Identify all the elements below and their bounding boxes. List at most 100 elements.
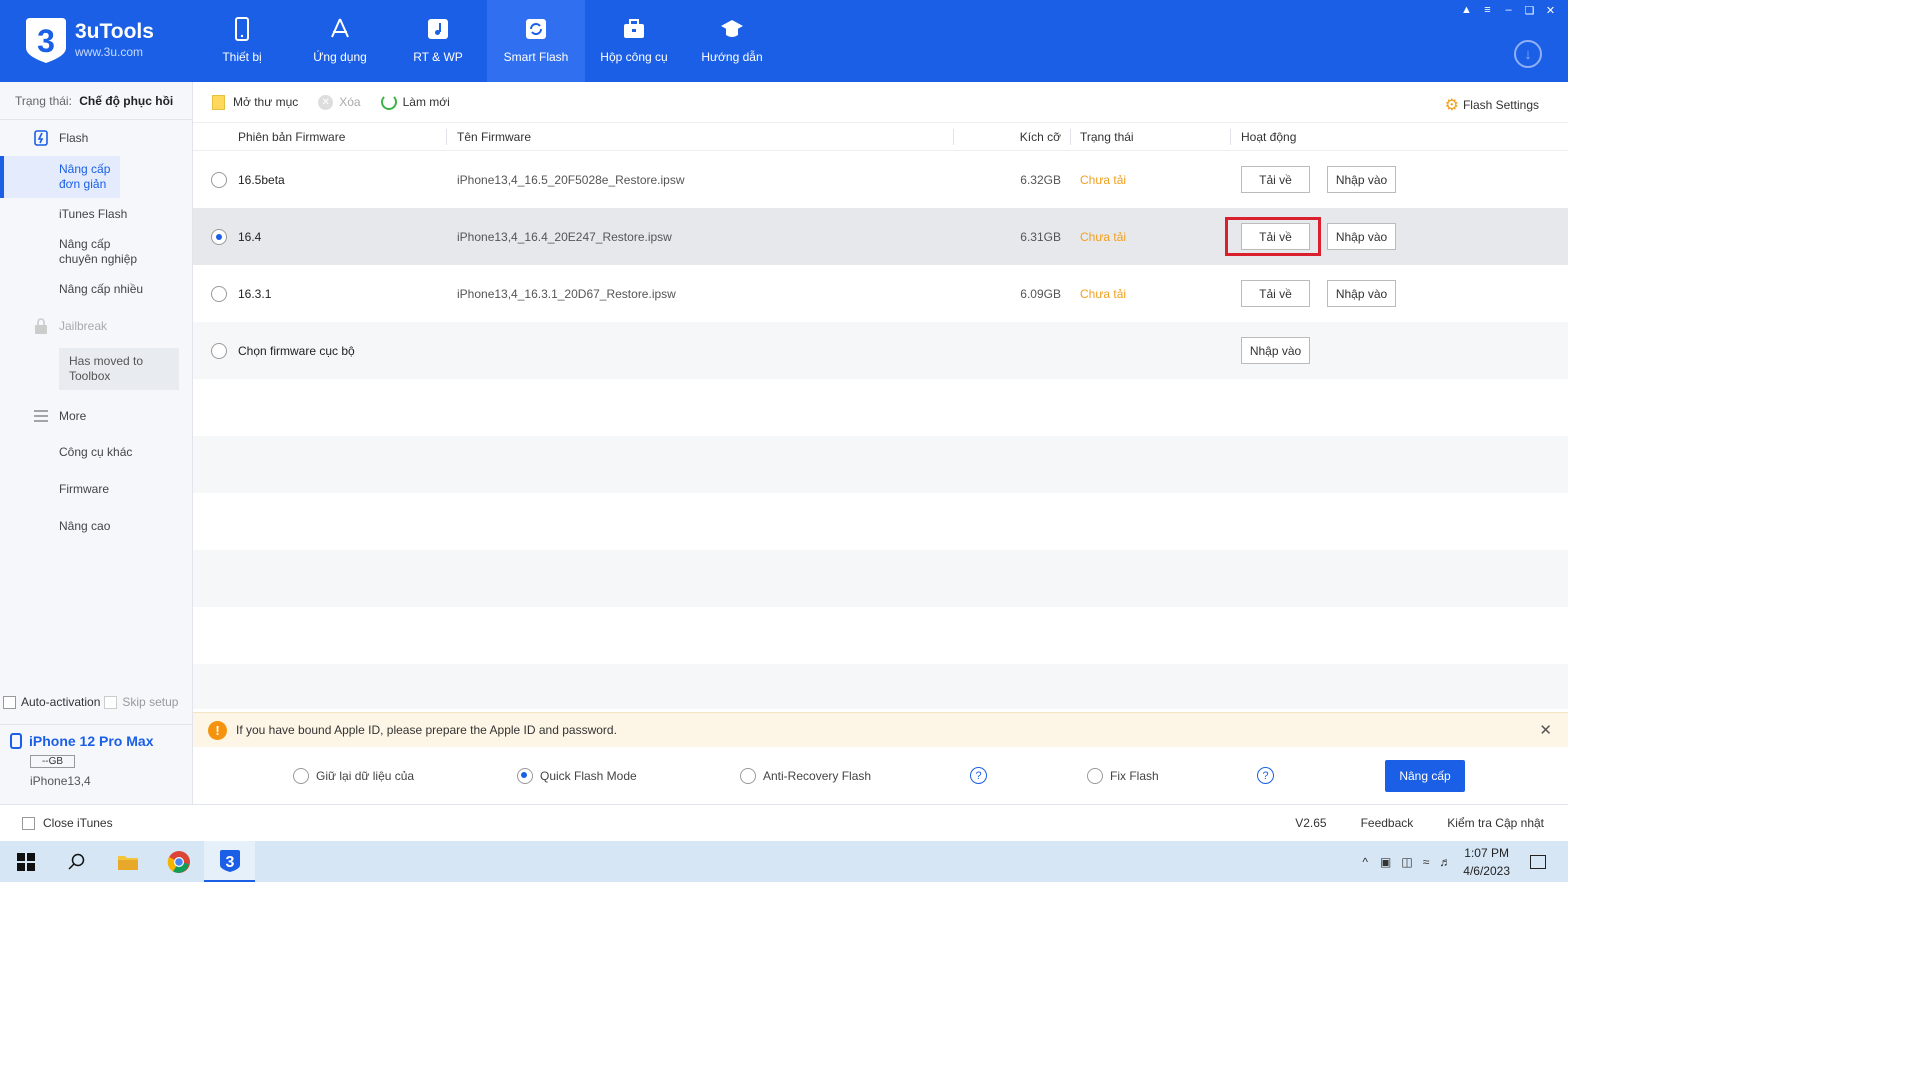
- clock-time: 1:07 PM: [1464, 845, 1509, 860]
- feedback-link[interactable]: Feedback: [1361, 816, 1414, 830]
- sidebar-item-advanced[interactable]: Nâng cao: [0, 508, 192, 545]
- sidebar-item-other-tools[interactable]: Công cụ khác: [0, 434, 192, 471]
- import-button[interactable]: Nhập vào: [1327, 166, 1396, 193]
- table-row[interactable]: 16.5beta iPhone13,4_16.5_20F5028e_Restor…: [193, 151, 1568, 208]
- sidebar-item-itunes-flash[interactable]: iTunes Flash: [0, 198, 192, 231]
- sidebar-item-batch-flash[interactable]: Nâng cấp nhiều: [0, 273, 192, 306]
- firmware-size: 6.09GB: [1020, 286, 1061, 301]
- col-version: Phiên bản Firmware: [238, 129, 346, 144]
- firmware-radio[interactable]: [211, 228, 227, 245]
- firmware-radio[interactable]: [211, 285, 227, 302]
- nav-device[interactable]: Thiết bị: [193, 0, 291, 82]
- nav-toolbox-label: Hộp công cụ: [600, 50, 668, 64]
- window-controls: ▲ ≡ – ❏ ✕: [1459, 3, 1558, 17]
- chrome-button[interactable]: [153, 841, 204, 882]
- keep-data-label: Giữ lại dữ liệu của: [316, 768, 415, 783]
- firmware-version: 16.4: [238, 229, 262, 244]
- upgrade-button[interactable]: Nâng cấp: [1385, 760, 1465, 792]
- local-firmware-row[interactable]: Chọn firmware cục bộ Nhập vào: [193, 322, 1568, 379]
- firmware-size: 6.31GB: [1020, 229, 1061, 244]
- version-label: V2.65: [1295, 816, 1327, 830]
- toolbox-icon: [624, 19, 644, 38]
- nav-ringtones[interactable]: RT & WP: [389, 0, 487, 82]
- close-itunes-checkbox[interactable]: [22, 816, 35, 830]
- auto-activation-checkbox[interactable]: [3, 695, 16, 709]
- flash-icon: [34, 130, 48, 146]
- status-value: Chế độ phục hồi: [79, 94, 174, 108]
- windows-icon: [16, 852, 35, 871]
- keep-data-radio[interactable]: [293, 767, 309, 784]
- import-button[interactable]: Nhập vào: [1241, 337, 1310, 364]
- refresh-button[interactable]: Làm mới: [380, 94, 450, 110]
- search-icon: [67, 853, 84, 870]
- sidebar-item-firmware[interactable]: Firmware: [0, 471, 192, 508]
- help-icon[interactable]: ?: [1257, 767, 1274, 784]
- quick-flash-option[interactable]: Quick Flash Mode: [517, 767, 637, 784]
- activation-options: Auto-activation Skip setup: [0, 695, 193, 709]
- fix-flash-label: Fix Flash: [1110, 768, 1159, 783]
- wifi-icon[interactable]: ≈: [1423, 855, 1430, 869]
- meet-icon[interactable]: ▣: [1380, 855, 1391, 869]
- firmware-status: Chưa tải: [1080, 229, 1127, 244]
- restore-icon[interactable]: ❏: [1522, 3, 1537, 17]
- download-manager-icon[interactable]: ↓: [1514, 40, 1542, 68]
- skip-setup-checkbox[interactable]: [104, 695, 118, 709]
- file-explorer-button[interactable]: [102, 841, 153, 882]
- clock[interactable]: 1:07 PM 4/6/2023: [1463, 844, 1510, 880]
- volume-icon[interactable]: ♬: [1439, 855, 1451, 869]
- firmware-radio[interactable]: [211, 171, 227, 188]
- open-folder-button[interactable]: Mở thư mục: [212, 94, 298, 110]
- flash-settings-button[interactable]: ⚙ Flash Settings: [1445, 95, 1539, 115]
- col-divider: [1070, 129, 1071, 145]
- nav-ringtones-label: RT & WP: [413, 50, 463, 64]
- check-update-link[interactable]: Kiểm tra Cập nhật: [1447, 816, 1544, 830]
- table-row[interactable]: 16.3.1 iPhone13,4_16.3.1_20D67_Restore.i…: [193, 265, 1568, 322]
- nav-tutorials[interactable]: Hướng dẫn: [683, 0, 781, 82]
- flash-settings-label: Flash Settings: [1462, 98, 1539, 112]
- empty-row: [193, 664, 1568, 709]
- firmware-status: Chưa tải: [1080, 286, 1127, 301]
- table-header: Phiên bản Firmware Tên Firmware Kích cỡ …: [193, 123, 1568, 151]
- firmware-name: iPhone13,4_16.3.1_20D67_Restore.ipsw: [457, 286, 676, 301]
- close-icon[interactable]: ✕: [1539, 721, 1552, 739]
- menu-icon[interactable]: ≡: [1480, 3, 1495, 17]
- import-button[interactable]: Nhập vào: [1327, 223, 1396, 250]
- col-name: Tên Firmware: [457, 129, 532, 144]
- minimize-icon[interactable]: –: [1501, 3, 1516, 17]
- sidebar-item-pro-flash[interactable]: Nâng cấp chuyên nghiệp: [0, 231, 150, 273]
- table-row[interactable]: 16.4 iPhone13,4_16.4_20E247_Restore.ipsw…: [193, 208, 1568, 265]
- firmware-radio[interactable]: [211, 342, 227, 359]
- nav-smart-flash[interactable]: Smart Flash: [487, 0, 585, 82]
- power-icon[interactable]: ◫: [1401, 855, 1412, 869]
- download-button[interactable]: Tải về: [1241, 223, 1310, 250]
- anti-recovery-radio[interactable]: [740, 767, 756, 784]
- start-button[interactable]: [0, 841, 51, 882]
- help-icon[interactable]: ?: [970, 767, 987, 784]
- anti-recovery-option[interactable]: Anti-Recovery Flash: [740, 767, 871, 784]
- sidebar-item-easy-flash[interactable]: Nâng cấp đơn giản: [0, 156, 120, 198]
- chevron-up-icon[interactable]: ^: [1362, 855, 1368, 869]
- close-icon[interactable]: ✕: [1543, 3, 1558, 17]
- status-label: Trạng thái:: [15, 94, 72, 108]
- quick-flash-label: Quick Flash Mode: [540, 768, 637, 783]
- search-button[interactable]: [51, 841, 102, 882]
- import-button[interactable]: Nhập vào: [1327, 280, 1396, 307]
- quick-flash-radio[interactable]: [517, 767, 533, 784]
- download-button[interactable]: Tải về: [1241, 166, 1310, 193]
- 3utools-icon: 3: [219, 849, 240, 872]
- 3utools-taskbar-button[interactable]: 3: [204, 841, 255, 882]
- fix-flash-option[interactable]: Fix Flash: [1087, 767, 1159, 784]
- music-icon: [428, 19, 448, 39]
- shirt-icon[interactable]: ▲: [1459, 3, 1474, 17]
- empty-row: [193, 493, 1568, 550]
- refresh-icon: [380, 94, 397, 110]
- notification-icon[interactable]: [1530, 854, 1546, 869]
- delete-button[interactable]: ✕ Xóa: [318, 94, 361, 110]
- keep-data-option[interactable]: Giữ lại dữ liệu của: [293, 767, 415, 784]
- svg-text:3: 3: [225, 854, 234, 871]
- nav-toolbox[interactable]: Hộp công cụ: [585, 0, 683, 82]
- nav-apps[interactable]: Ứng dụng: [291, 0, 389, 82]
- fix-flash-radio[interactable]: [1087, 767, 1103, 784]
- 3utools-logo: 3: [26, 18, 66, 63]
- download-button[interactable]: Tải về: [1241, 280, 1310, 307]
